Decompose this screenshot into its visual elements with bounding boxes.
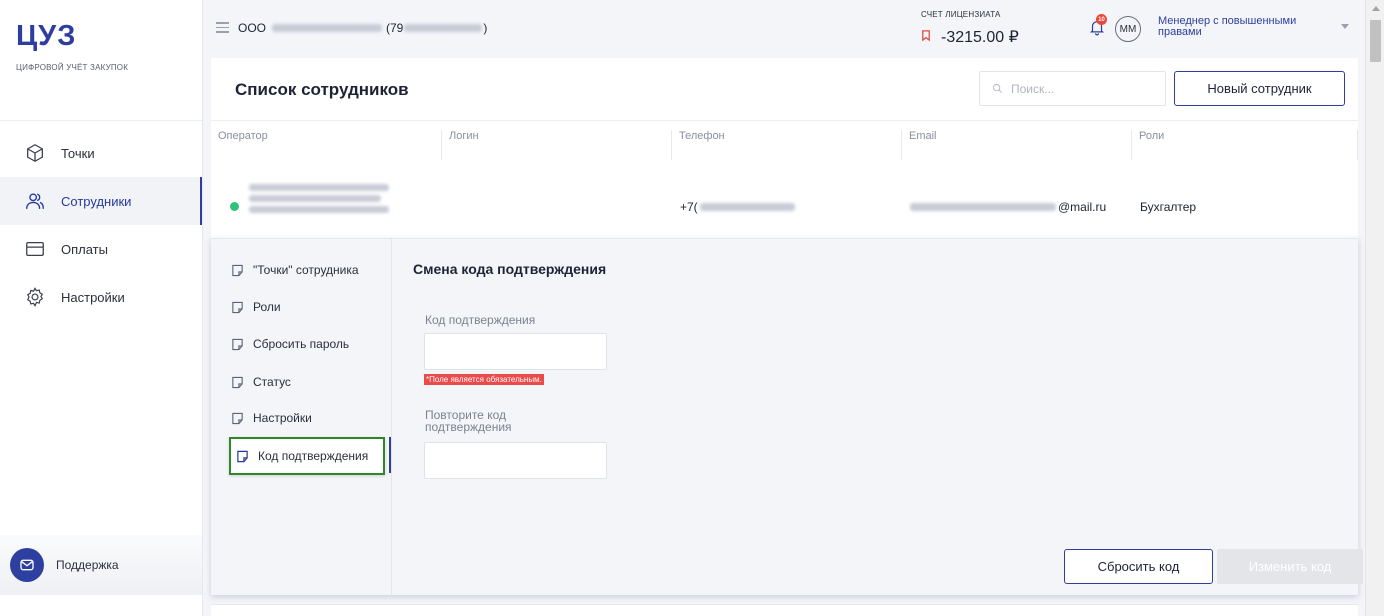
phone-prefix: +7( — [680, 200, 698, 214]
scroll-up-arrow-icon[interactable] — [1372, 6, 1380, 11]
role-cell: Бухгалтер — [1140, 200, 1197, 214]
sidebar-item-settings[interactable]: Настройки — [0, 273, 202, 321]
sidebar-divider — [0, 120, 202, 121]
sidebar: ЦУЗ ЦИФРОВОЙ УЧЁТ ЗАКУПОК Точки Сотрудни… — [0, 0, 203, 616]
menu-item-employee-points[interactable]: "Точки" сотрудника — [231, 254, 359, 286]
organization-name[interactable]: ООО (79 ) — [238, 21, 487, 35]
avatar[interactable]: ММ — [1115, 16, 1141, 42]
sidebar-item-label: Оплаты — [61, 241, 108, 257]
sidebar-item-employees[interactable]: Сотрудники — [0, 177, 202, 225]
redacted-line — [249, 184, 389, 191]
account-balance: -3215.00 ₽ — [921, 27, 1019, 47]
page-scrollbar[interactable] — [1365, 0, 1384, 616]
column-roles[interactable]: Роли — [1131, 130, 1358, 160]
account-value: -3215.00 ₽ — [941, 29, 1019, 46]
mail-icon[interactable] — [10, 548, 44, 582]
account-label: СЧЕТ ЛИЦЕНЗИАТА — [921, 10, 1001, 19]
menu-item-label: Сбросить пароль — [253, 337, 350, 351]
note-icon — [232, 376, 243, 388]
bookmark-icon — [921, 28, 931, 46]
search-input[interactable] — [1011, 81, 1151, 96]
menu-item-label: Статус — [253, 375, 291, 389]
app-logo-subtitle: ЦИФРОВОЙ УЧЁТ ЗАКУПОК — [16, 63, 129, 72]
page-title: Список сотрудников — [235, 80, 409, 99]
card-icon — [23, 237, 47, 261]
redacted-org-phone — [404, 24, 483, 32]
new-employee-button[interactable]: Новый сотрудник — [1174, 71, 1345, 106]
menu-item-settings[interactable]: Настройки — [231, 402, 312, 434]
column-login[interactable]: Логин — [441, 130, 671, 160]
top-bar: ООО (79 ) СЧЕТ ЛИЦЕНЗИАТА -3215.00 ₽ 10 … — [203, 0, 1365, 58]
sidebar-item-points[interactable]: Точки — [0, 129, 202, 177]
redacted-line — [249, 195, 381, 202]
note-icon — [232, 264, 243, 276]
menu-item-label: Настройки — [253, 411, 312, 425]
search-box[interactable] — [979, 71, 1166, 106]
menu-item-label: "Точки" сотрудника — [253, 263, 359, 277]
next-row-edge — [211, 604, 1358, 616]
org-prefix: ООО — [238, 21, 267, 35]
sidebar-nav: Точки Сотрудники Оплаты Настройки — [0, 129, 202, 321]
cube-icon — [23, 141, 47, 165]
search-icon — [992, 83, 1002, 93]
menu-item-roles[interactable]: Роли — [231, 291, 281, 323]
email-suffix: @mail.ru — [1058, 200, 1107, 214]
redacted-line — [249, 206, 389, 213]
menu-item-label: Роли — [253, 300, 281, 314]
form-title: Смена кода подтверждения — [413, 261, 607, 277]
sidebar-item-label: Настройки — [61, 289, 125, 305]
menu-item-confirmation-code[interactable]: Код подтверждения — [229, 437, 385, 475]
sidebar-item-label: Сотрудники — [61, 193, 132, 209]
org-suffix-open: (79 — [386, 21, 404, 35]
scroll-thumb[interactable] — [1370, 20, 1381, 62]
card-divider — [211, 120, 1358, 121]
menu-toggle-icon[interactable] — [216, 22, 229, 36]
email-cell: @mail.ru — [910, 200, 1106, 214]
redacted-phone — [699, 203, 795, 211]
phone-cell: +7( — [680, 200, 795, 214]
notification-badge: 10 — [1096, 14, 1107, 25]
support-label: Поддержка — [56, 558, 119, 572]
table-row[interactable]: +7( @mail.ru Бухгалтер — [211, 178, 1358, 238]
note-icon — [232, 338, 243, 350]
users-icon — [23, 189, 47, 213]
status-active-dot — [230, 202, 239, 211]
confirmation-code-field[interactable] — [424, 333, 607, 370]
repeat-code-label: Повторите код подтверждения — [425, 408, 512, 434]
change-code-button[interactable]: Изменить код — [1217, 549, 1363, 584]
redacted-email — [910, 203, 1056, 211]
menu-item-label: Код подтверждения — [258, 449, 369, 463]
operator-name-redacted — [249, 184, 389, 217]
gear-icon — [23, 285, 47, 309]
confirmation-code-label: Код подтверждения — [425, 313, 536, 327]
repeat-code-field[interactable] — [424, 442, 607, 479]
column-email[interactable]: Email — [901, 130, 1131, 160]
menu-item-reset-password[interactable]: Сбросить пароль — [231, 328, 349, 360]
menu-active-indicator — [389, 437, 391, 473]
note-icon — [232, 301, 243, 313]
sidebar-item-payments[interactable]: Оплаты — [0, 225, 202, 273]
support-link[interactable]: Поддержка — [0, 535, 202, 595]
app-logo[interactable]: ЦУЗ — [16, 20, 76, 53]
note-icon — [237, 450, 248, 462]
org-suffix-close: ) — [483, 21, 488, 35]
redacted-org-name — [272, 24, 383, 32]
column-operator[interactable]: Оператор — [211, 130, 441, 160]
table-header: Оператор Логин Телефон Email Роли — [211, 130, 1358, 160]
note-icon — [232, 412, 243, 424]
sidebar-item-label: Точки — [61, 145, 95, 161]
reset-code-button[interactable]: Сбросить код — [1064, 549, 1213, 584]
employees-card: Список сотрудников Новый сотрудник Опера… — [211, 58, 1358, 238]
menu-item-status[interactable]: Статус — [231, 366, 291, 398]
employee-detail-panel: "Точки" сотрудника Роли Сбросить пароль … — [211, 238, 1363, 596]
user-role[interactable]: Менеднер с повышенными правами — [1158, 16, 1328, 38]
chevron-down-icon[interactable] — [1341, 24, 1349, 29]
column-phone[interactable]: Телефон — [671, 130, 901, 160]
employee-settings-menu: "Точки" сотрудника Роли Сбросить пароль … — [211, 239, 392, 596]
field-error-message: *Поле является обязательным. — [424, 374, 544, 385]
